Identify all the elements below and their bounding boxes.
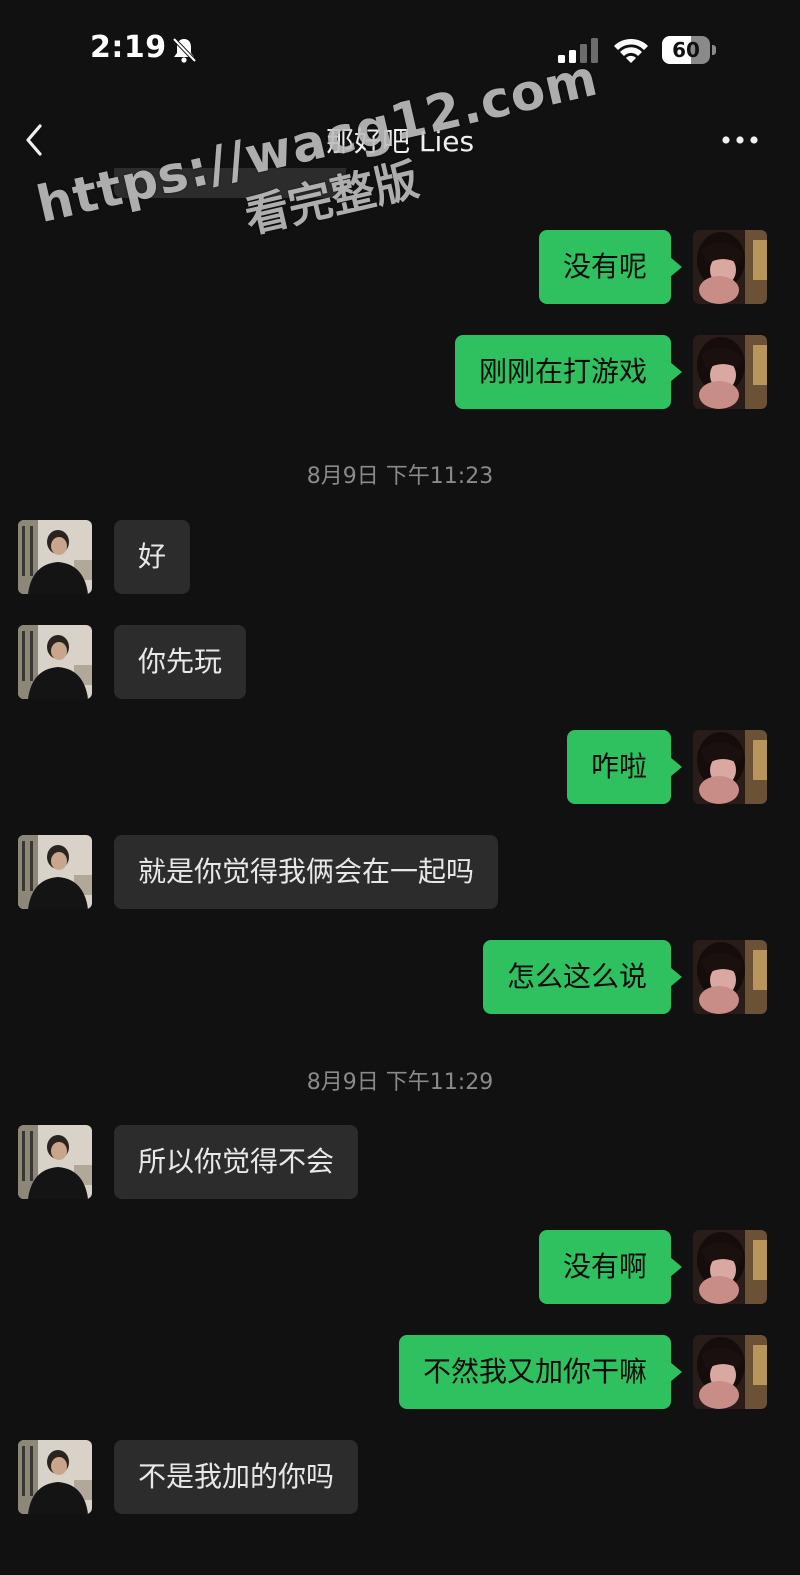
status-time: 2:19 bbox=[90, 30, 167, 65]
message-bubble[interactable]: 咋啦 bbox=[566, 730, 683, 804]
message-bubble[interactable]: 刚刚在打游戏 bbox=[454, 335, 683, 409]
contact-avatar[interactable] bbox=[18, 1125, 92, 1199]
battery-icon: 60 bbox=[662, 36, 716, 64]
signal-icon bbox=[558, 38, 598, 63]
contact-avatar[interactable] bbox=[18, 520, 92, 594]
contact-avatar[interactable] bbox=[18, 835, 92, 909]
wifi-icon bbox=[614, 38, 648, 63]
self-avatar[interactable] bbox=[693, 1335, 767, 1409]
bell-off-icon bbox=[172, 37, 197, 63]
sent-message: 咋啦 bbox=[0, 730, 800, 804]
sent-message: 不然我又加你干嘛 bbox=[0, 1335, 800, 1409]
message-bubble[interactable]: 怎么这么说 bbox=[482, 940, 683, 1014]
received-message: 所以你觉得不会 bbox=[0, 1125, 800, 1199]
chat-title: 那好吧 Lies bbox=[325, 125, 475, 158]
self-avatar[interactable] bbox=[693, 1230, 767, 1304]
status-bar: 2:19 60 bbox=[0, 0, 800, 100]
received-message: 就是你觉得我俩会在一起吗 bbox=[0, 835, 800, 909]
timestamp-divider: 8月9日 下午11:23 bbox=[306, 464, 494, 489]
contact-avatar[interactable] bbox=[18, 1440, 92, 1514]
message-bubble[interactable]: 没有啊 bbox=[538, 1230, 683, 1304]
partial-message-bubble bbox=[114, 168, 346, 198]
message-bubble[interactable]: 不是我加的你吗 bbox=[114, 1440, 359, 1514]
battery-level: 60 bbox=[672, 38, 700, 62]
timestamp-divider: 8月9日 下午11:29 bbox=[306, 1070, 494, 1095]
sent-message: 刚刚在打游戏 bbox=[0, 335, 800, 409]
received-message: 不是我加的你吗 bbox=[0, 1440, 800, 1514]
self-avatar[interactable] bbox=[693, 335, 767, 409]
message-bubble[interactable]: 没有呢 bbox=[538, 230, 683, 304]
received-message: 好 bbox=[0, 520, 800, 594]
sent-message: 没有呢 bbox=[0, 230, 800, 304]
sent-message: 怎么这么说 bbox=[0, 940, 800, 1014]
self-avatar[interactable] bbox=[693, 940, 767, 1014]
more-dots-icon[interactable] bbox=[720, 130, 760, 150]
self-avatar[interactable] bbox=[693, 230, 767, 304]
self-avatar[interactable] bbox=[693, 730, 767, 804]
sent-message: 没有啊 bbox=[0, 1230, 800, 1304]
received-message: 你先玩 bbox=[0, 625, 800, 699]
message-bubble[interactable]: 你先玩 bbox=[114, 625, 247, 699]
message-bubble[interactable]: 所以你觉得不会 bbox=[114, 1125, 359, 1199]
message-bubble[interactable]: 不然我又加你干嘛 bbox=[398, 1335, 683, 1409]
chevron-left-icon[interactable] bbox=[20, 120, 50, 160]
message-bubble[interactable]: 就是你觉得我俩会在一起吗 bbox=[114, 835, 499, 909]
contact-avatar[interactable] bbox=[18, 625, 92, 699]
message-bubble[interactable]: 好 bbox=[114, 520, 191, 594]
